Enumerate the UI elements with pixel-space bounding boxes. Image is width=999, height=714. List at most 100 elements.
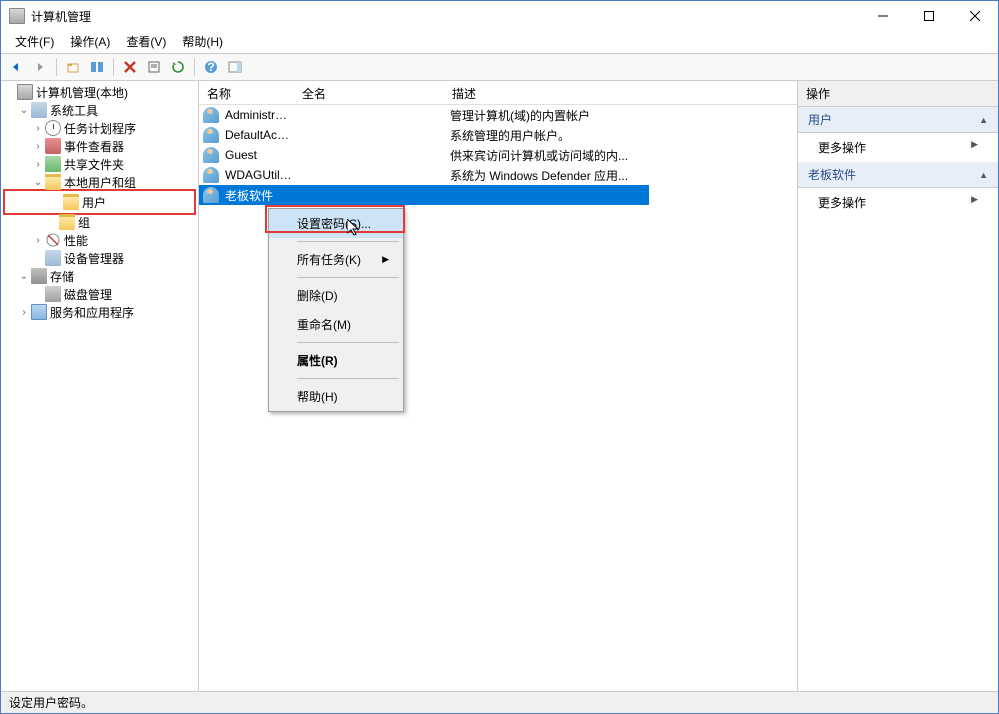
show-hide-button[interactable] <box>86 56 108 78</box>
list-row-wdagutility[interactable]: WDAGUtilit... 系统为 Windows Defender 应用... <box>199 165 797 185</box>
submenu-icon: ▶ <box>971 194 978 211</box>
tree-label: 任务计划程序 <box>64 120 136 137</box>
collapse-icon[interactable]: ⌄ <box>31 177 45 188</box>
back-button[interactable] <box>5 56 27 78</box>
collapse-icon: ▲ <box>979 115 988 125</box>
tree-disk-management[interactable]: 磁盘管理 <box>3 285 196 303</box>
ctx-properties[interactable]: 属性(R) <box>269 346 403 375</box>
list-row-guest[interactable]: Guest 供来宾访问计算机或访问域的内... <box>199 145 797 165</box>
ctx-label: 所有任务(K) <box>297 251 361 268</box>
titlebar: 计算机管理 <box>1 1 998 31</box>
folder-icon <box>45 174 61 190</box>
actions-section-selected[interactable]: 老板软件 ▲ <box>798 162 998 188</box>
tree-task-scheduler[interactable]: › 任务计划程序 <box>3 119 196 137</box>
user-icon <box>203 187 219 203</box>
tree-storage[interactable]: ⌄ 存储 <box>3 267 196 285</box>
list-row-administrator[interactable]: Administrat... 管理计算机(域)的内置帐户 <box>199 105 797 125</box>
tree-services-apps[interactable]: › 服务和应用程序 <box>3 303 196 321</box>
expand-icon[interactable]: › <box>17 307 31 318</box>
highlight-annotation: 用户 <box>3 189 196 215</box>
menu-separator <box>297 277 399 278</box>
menu-help[interactable]: 帮助(H) <box>174 31 231 53</box>
tools-icon <box>31 102 47 118</box>
list-header: 名称 全名 描述 <box>199 81 797 105</box>
column-name[interactable]: 名称 <box>199 81 294 104</box>
cell-desc: 系统管理的用户帐户。 <box>446 127 797 144</box>
ctx-all-tasks[interactable]: 所有任务(K) ▶ <box>269 245 403 274</box>
user-icon <box>203 147 219 163</box>
statusbar: 设定用户密码。 <box>1 691 998 713</box>
action-pane-button[interactable] <box>224 56 246 78</box>
column-fullname[interactable]: 全名 <box>294 81 444 104</box>
minimize-button[interactable] <box>860 1 906 31</box>
refresh-button[interactable] <box>167 56 189 78</box>
tree-system-tools[interactable]: ⌄ 系统工具 <box>3 101 196 119</box>
share-icon <box>45 156 61 172</box>
menu-file[interactable]: 文件(F) <box>7 31 62 53</box>
clock-icon <box>45 120 61 136</box>
tree-shared-folders[interactable]: › 共享文件夹 <box>3 155 196 173</box>
properties-button[interactable] <box>143 56 165 78</box>
section-label: 老板软件 <box>808 166 856 183</box>
tree-pane[interactable]: 计算机管理(本地) ⌄ 系统工具 › 任务计划程序 › 事件查看器 › 共享文件… <box>1 81 199 691</box>
help-button[interactable]: ? <box>200 56 222 78</box>
column-description[interactable]: 描述 <box>444 81 797 104</box>
cell-name: Administrat... <box>221 108 296 122</box>
ctx-help[interactable]: 帮助(H) <box>269 382 403 411</box>
collapse-icon[interactable]: ⌄ <box>17 105 31 116</box>
disk-icon <box>45 286 61 302</box>
storage-icon <box>31 268 47 284</box>
delete-button[interactable] <box>119 56 141 78</box>
event-icon <box>45 138 61 154</box>
list-row-defaultaccount[interactable]: DefaultAcc... 系统管理的用户帐户。 <box>199 125 797 145</box>
menu-separator <box>297 342 399 343</box>
ctx-label: 重命名(M) <box>297 316 351 333</box>
window-controls <box>860 1 998 31</box>
expand-icon[interactable]: › <box>31 141 45 152</box>
ctx-delete[interactable]: 删除(D) <box>269 281 403 310</box>
tree-label: 存储 <box>50 268 74 285</box>
tree-label: 设备管理器 <box>64 250 124 267</box>
tree-users[interactable]: 用户 <box>7 193 192 211</box>
maximize-button[interactable] <box>906 1 952 31</box>
user-icon <box>203 127 219 143</box>
expand-icon[interactable]: › <box>31 235 45 246</box>
cell-name: 老板软件 <box>221 187 296 204</box>
ctx-label: 帮助(H) <box>297 388 338 405</box>
actions-title: 操作 <box>798 81 998 107</box>
tree-device-manager[interactable]: 设备管理器 <box>3 249 196 267</box>
ctx-rename[interactable]: 重命名(M) <box>269 310 403 339</box>
folder-icon <box>63 194 79 210</box>
actions-section-users[interactable]: 用户 ▲ <box>798 107 998 133</box>
actions-more-users[interactable]: 更多操作 ▶ <box>798 133 998 162</box>
ctx-label: 属性(R) <box>297 352 338 369</box>
app-icon <box>9 8 25 24</box>
computer-mgmt-icon <box>17 84 33 100</box>
tree-event-viewer[interactable]: › 事件查看器 <box>3 137 196 155</box>
toolbar-separator <box>56 58 57 76</box>
tree-root[interactable]: 计算机管理(本地) <box>3 83 196 101</box>
cell-name: DefaultAcc... <box>221 128 296 142</box>
close-button[interactable] <box>952 1 998 31</box>
expand-icon[interactable]: › <box>31 123 45 134</box>
forward-button[interactable] <box>29 56 51 78</box>
cell-desc: 系统为 Windows Defender 应用... <box>446 167 797 184</box>
collapse-icon[interactable]: ⌄ <box>17 271 31 282</box>
submenu-icon: ▶ <box>382 254 389 265</box>
tree-label: 服务和应用程序 <box>50 304 134 321</box>
actions-more-selected[interactable]: 更多操作 ▶ <box>798 188 998 217</box>
user-icon <box>203 167 219 183</box>
tree-performance[interactable]: › 性能 <box>3 231 196 249</box>
ctx-label: 删除(D) <box>297 287 338 304</box>
menu-action[interactable]: 操作(A) <box>62 31 118 53</box>
tree-groups[interactable]: 组 <box>3 213 196 231</box>
menu-view[interactable]: 查看(V) <box>118 31 174 53</box>
service-icon <box>31 304 47 320</box>
actions-pane: 操作 用户 ▲ 更多操作 ▶ 老板软件 ▲ 更多操作 ▶ <box>798 81 998 691</box>
expand-icon[interactable]: › <box>31 159 45 170</box>
up-button[interactable] <box>62 56 84 78</box>
ctx-set-password[interactable]: 设置密码(S)... <box>269 209 403 238</box>
list-row-selected[interactable]: 老板软件 <box>199 185 649 205</box>
cell-desc: 管理计算机(域)的内置帐户 <box>446 107 797 124</box>
performance-icon <box>45 232 61 248</box>
